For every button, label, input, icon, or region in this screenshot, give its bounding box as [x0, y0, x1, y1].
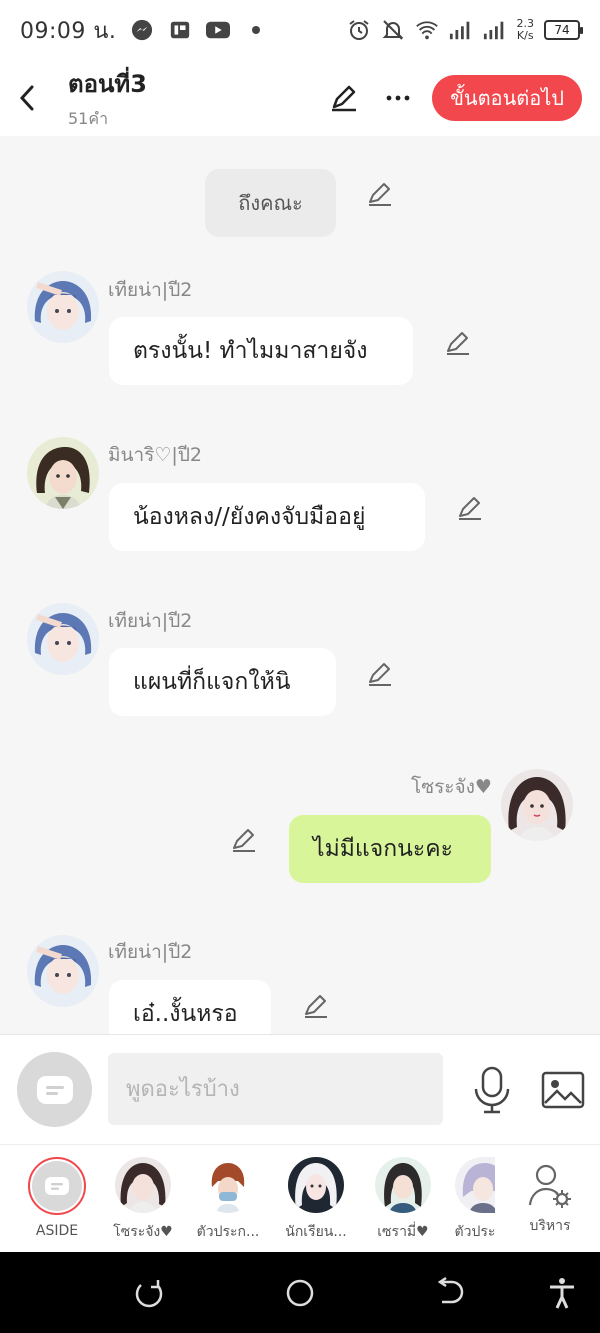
system-icons: 2.3 K/s 74 — [347, 18, 583, 42]
character-label: นักเรียน... — [285, 1224, 347, 1240]
header-actions: ขั้นตอนต่อไป — [324, 75, 582, 121]
microphone-icon[interactable] — [470, 1065, 514, 1115]
avatar-minari[interactable] — [27, 437, 99, 509]
avatar-tiana[interactable] — [27, 271, 99, 343]
more-icon — [386, 95, 410, 101]
aside-toggle-button[interactable] — [17, 1052, 92, 1127]
youtube-icon — [206, 18, 231, 42]
message-bubble[interactable]: น้องหลง//ยังคงจับมืออยู่ — [109, 483, 425, 551]
narration-bubble[interactable]: ถึงคณะ — [205, 169, 336, 237]
character-label: ตัวประ — [454, 1224, 496, 1240]
sender-name: มินาริ♡|ปี2 — [108, 444, 202, 466]
avatar-tiana[interactable] — [27, 603, 99, 675]
edit-message-icon[interactable] — [366, 180, 394, 208]
character-label: ตัวประก... — [196, 1224, 260, 1240]
aside-bubble-icon — [36, 1075, 73, 1104]
character-aside[interactable]: ASIDE — [17, 1157, 97, 1239]
messenger-icon — [130, 18, 154, 42]
episode-title: ตอนที่3 — [68, 70, 147, 98]
wifi-icon — [415, 18, 439, 42]
sender-name: โซระจัง♥ — [411, 776, 492, 798]
next-step-button[interactable]: ขั้นตอนต่อไป — [432, 75, 582, 121]
back-nav-icon[interactable] — [433, 1276, 467, 1310]
character-sora[interactable]: โซระจัง♥ — [103, 1157, 183, 1243]
edit-message-icon[interactable] — [444, 329, 472, 357]
character-avatar — [115, 1157, 171, 1213]
sender-name: เทียน่า|ปี2 — [108, 610, 193, 632]
aside-inner — [32, 1161, 82, 1211]
status-time: 09:09 น. — [20, 18, 117, 44]
character-label: โซระจัง♥ — [113, 1224, 173, 1240]
home-icon[interactable] — [283, 1276, 317, 1310]
message-bubble[interactable]: ตรงนั้น! ทำไมมาสายจัง — [109, 317, 413, 385]
message-bubble[interactable]: แผนที่ก็แจกให้นิ — [109, 648, 336, 716]
network-speed: 2.3 K/s — [517, 18, 535, 42]
header: ตอนที่3 51คำ ขั้นตอนต่อไป — [0, 60, 600, 136]
mute-bell-icon — [381, 18, 405, 42]
network-speed-unit: K/s — [516, 29, 534, 42]
navigation-bar — [0, 1252, 600, 1333]
chat-area[interactable]: ถึงคณะ เทียน่า|ปี2 ตรงนั้น! ทำไมมาสายจัง… — [0, 136, 600, 1034]
status-bar: 09:09 น. 2.3 K/s 74 — [0, 0, 600, 60]
image-icon[interactable] — [540, 1067, 586, 1113]
character-label: เซรามี่♥ — [377, 1224, 429, 1240]
battery-level: 74 — [554, 23, 570, 37]
edit-message-icon[interactable] — [230, 826, 258, 854]
accessibility-icon[interactable] — [545, 1276, 579, 1310]
avatar-sora[interactable] — [501, 769, 573, 841]
edit-message-icon[interactable] — [302, 992, 330, 1020]
title-wrap: ตอนที่3 51คำ — [68, 64, 147, 132]
back-arrow-icon — [19, 85, 34, 111]
character-label: บริหาร — [529, 1218, 571, 1234]
signal-icon — [449, 18, 473, 42]
word-count: 51คำ — [68, 109, 109, 128]
signal-2-icon — [483, 18, 507, 42]
app-notification-icon — [168, 18, 192, 42]
battery-icon: 74 — [544, 20, 583, 40]
my-message-bubble[interactable]: ไม่มีแจกนะคะ — [289, 815, 491, 883]
message-input[interactable] — [108, 1053, 443, 1125]
aside-bubble-icon — [45, 1177, 69, 1195]
notification-icons — [130, 18, 268, 42]
avatar-tiana[interactable] — [27, 935, 99, 1007]
character-student[interactable]: นักเรียน... — [276, 1157, 356, 1243]
character-serami[interactable]: เซรามี่♥ — [363, 1157, 443, 1243]
character-extra-2[interactable]: ตัวประ — [440, 1157, 510, 1243]
dot-icon — [244, 18, 268, 42]
edit-message-icon[interactable] — [366, 660, 394, 688]
character-manage-button[interactable]: บริหาร — [510, 1157, 590, 1237]
input-bar — [0, 1034, 600, 1144]
aside-ring — [28, 1157, 86, 1215]
character-avatar — [200, 1157, 256, 1213]
character-extra-1[interactable]: ตัวประก... — [188, 1157, 268, 1243]
character-avatar — [288, 1157, 344, 1213]
sender-name: เทียน่า|ปี2 — [108, 279, 193, 301]
recent-apps-icon[interactable] — [133, 1276, 167, 1310]
alarm-icon — [347, 18, 371, 42]
edit-title-button[interactable] — [324, 78, 364, 118]
back-button[interactable] — [0, 60, 54, 136]
message-bubble[interactable]: เอ๋..งั้นหรอ — [109, 980, 271, 1034]
character-bar: ASIDE โซระจัง♥ ตัวประก... นักเรียน... เซ… — [0, 1144, 600, 1252]
pencil-icon — [332, 85, 357, 112]
manage-characters-icon — [528, 1164, 571, 1208]
character-avatar — [375, 1157, 431, 1213]
character-label: ASIDE — [35, 1223, 79, 1239]
sender-name: เทียน่า|ปี2 — [108, 941, 193, 963]
character-avatar — [455, 1157, 495, 1213]
edit-message-icon[interactable] — [456, 494, 484, 522]
more-button[interactable] — [378, 78, 418, 118]
